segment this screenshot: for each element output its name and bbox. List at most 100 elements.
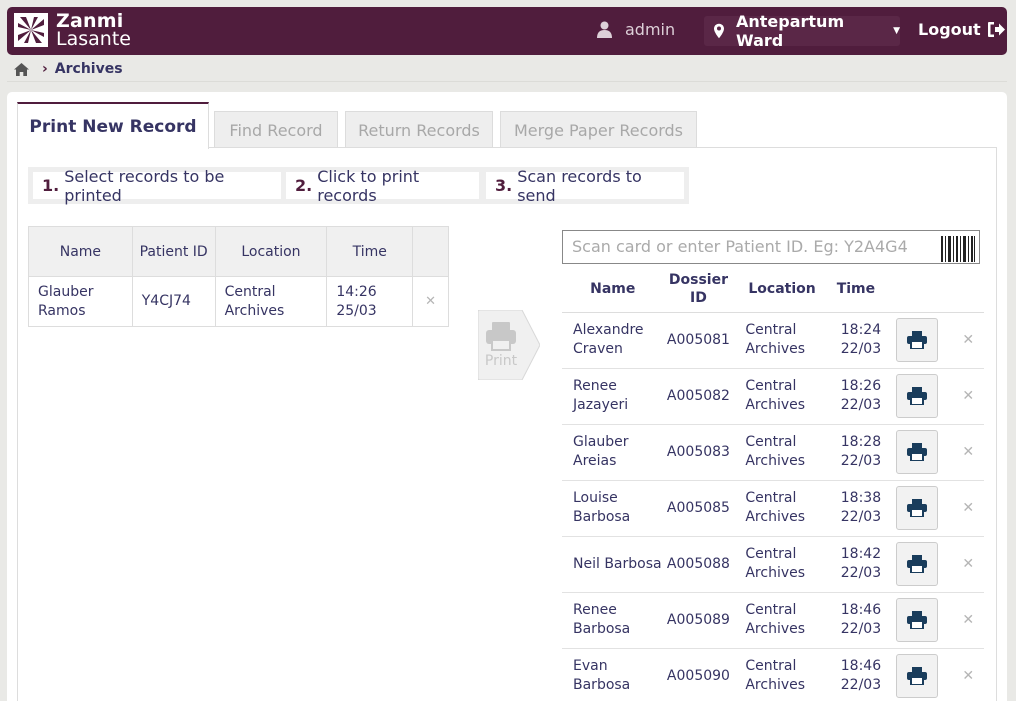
step-number: 1. bbox=[42, 176, 60, 195]
column-header-remove bbox=[952, 267, 984, 313]
remove-icon[interactable]: ✕ bbox=[952, 648, 984, 701]
step-text: Scan records to send bbox=[517, 166, 642, 205]
tab-body-border bbox=[996, 147, 997, 701]
tab-body-border bbox=[17, 147, 18, 701]
step-number: 3. bbox=[495, 176, 513, 195]
step-number: 2. bbox=[295, 176, 313, 195]
cell-name: Renee Jazayeri bbox=[562, 368, 664, 425]
cell-name: Neil Barbosa bbox=[562, 536, 664, 593]
remove-icon[interactable]: ✕ bbox=[952, 312, 984, 369]
printer-icon bbox=[906, 611, 927, 629]
scan-input-box bbox=[562, 230, 980, 264]
cell-location: Central Archives bbox=[733, 536, 831, 593]
cell-time: 18:46 22/03 bbox=[830, 592, 882, 649]
table-row[interactable]: Renee Jazayeri A005082 Central Archives … bbox=[562, 368, 984, 425]
location-selector[interactable]: Antepartum Ward ▼ bbox=[704, 12, 900, 50]
table-row[interactable]: Alexandre Craven A005081 Central Archive… bbox=[562, 312, 984, 369]
table-row[interactable]: Evan Barbosa A005090 Central Archives 18… bbox=[562, 648, 984, 701]
scan-input[interactable] bbox=[572, 237, 932, 256]
cell-name: Louise Barbosa bbox=[562, 480, 664, 537]
cell-location: Central Archives bbox=[733, 368, 831, 425]
cell-dossier-id: A005088 bbox=[663, 536, 734, 593]
print-cell bbox=[881, 368, 953, 425]
print-row-button[interactable] bbox=[895, 542, 938, 586]
cell-time: 18:24 22/03 bbox=[830, 312, 882, 369]
cell-name: Alexandre Craven bbox=[562, 312, 664, 369]
print-cell bbox=[881, 424, 953, 481]
logo-mark-icon bbox=[14, 13, 48, 47]
table-row[interactable]: Glauber Areias A005083 Central Archives … bbox=[562, 424, 984, 481]
main-panel: Print New Record Find Record Return Reco… bbox=[7, 92, 1007, 701]
print-row-button[interactable] bbox=[895, 318, 938, 362]
print-button[interactable]: Print bbox=[477, 309, 541, 381]
printer-icon bbox=[906, 387, 927, 405]
print-cell bbox=[881, 480, 953, 537]
logo[interactable]: Zanmi Lasante bbox=[14, 12, 131, 50]
column-header-dossier-id: Dossier ID bbox=[663, 267, 734, 313]
cell-location: Central Archives bbox=[733, 592, 831, 649]
step-text: Click to print records bbox=[317, 166, 420, 205]
cell-name: Glauber Ramos bbox=[28, 276, 133, 327]
remove-icon[interactable]: ✕ bbox=[952, 424, 984, 481]
column-header-time: Time bbox=[830, 267, 882, 313]
cell-dossier-id: A005089 bbox=[663, 592, 734, 649]
logout-button[interactable]: Logout bbox=[918, 20, 1005, 39]
column-header-location: Location bbox=[733, 267, 831, 313]
cell-location: Central Archives bbox=[733, 480, 831, 537]
location-label: Antepartum Ward bbox=[735, 12, 845, 50]
print-row-button[interactable] bbox=[895, 430, 938, 474]
print-row-button[interactable] bbox=[895, 486, 938, 530]
step-text: Select records to be printed bbox=[64, 166, 225, 205]
table-row[interactable]: Louise Barbosa A005085 Central Archives … bbox=[562, 480, 984, 537]
breadcrumb-current: Archives bbox=[54, 61, 123, 77]
divider bbox=[7, 81, 1007, 82]
remove-icon[interactable]: ✕ bbox=[952, 368, 984, 425]
print-row-button[interactable] bbox=[895, 374, 938, 418]
cell-time: 18:38 22/03 bbox=[830, 480, 882, 537]
print-row-button[interactable] bbox=[895, 654, 938, 698]
print-cell bbox=[881, 648, 953, 701]
workflow-steps: 1. Select records to be printed 2. Click… bbox=[28, 166, 689, 205]
tab-find-record[interactable]: Find Record bbox=[214, 111, 338, 148]
remove-icon[interactable]: ✕ bbox=[412, 276, 449, 327]
remove-icon[interactable]: ✕ bbox=[952, 592, 984, 649]
cell-time: 18:42 22/03 bbox=[830, 536, 882, 593]
printer-icon bbox=[906, 443, 927, 461]
cell-patient-id: Y4CJ74 bbox=[131, 276, 216, 327]
remove-icon[interactable]: ✕ bbox=[952, 536, 984, 593]
cell-time: 18:46 22/03 bbox=[830, 648, 882, 701]
tab-merge-paper-records[interactable]: Merge Paper Records bbox=[500, 111, 697, 148]
cell-time: 18:26 22/03 bbox=[830, 368, 882, 425]
print-label: Print bbox=[485, 353, 518, 369]
printer-icon bbox=[906, 499, 927, 517]
logout-label: Logout bbox=[918, 20, 981, 39]
column-header-patient-id: Patient ID bbox=[131, 226, 216, 277]
cell-dossier-id: A005085 bbox=[663, 480, 734, 537]
cell-dossier-id: A005082 bbox=[663, 368, 734, 425]
column-header-name: Name bbox=[28, 226, 133, 277]
tab-return-records[interactable]: Return Records bbox=[345, 111, 493, 148]
table-row[interactable]: Neil Barbosa A005088 Central Archives 18… bbox=[562, 536, 984, 593]
sign-out-icon bbox=[987, 22, 1005, 37]
cell-name: Renee Barbosa bbox=[562, 592, 664, 649]
cell-dossier-id: A005083 bbox=[663, 424, 734, 481]
tab-print-new-record[interactable]: Print New Record bbox=[17, 102, 209, 149]
cell-location: Central Archives bbox=[733, 312, 831, 369]
table-row[interactable]: Renee Barbosa A005089 Central Archives 1… bbox=[562, 592, 984, 649]
cell-dossier-id: A005090 bbox=[663, 648, 734, 701]
remove-icon[interactable]: ✕ bbox=[952, 480, 984, 537]
pending-records-table: Name Dossier ID Location Time Alexandre … bbox=[562, 267, 984, 701]
step-3: 3. Scan records to send bbox=[486, 167, 684, 205]
username: admin bbox=[625, 20, 676, 39]
print-row-button[interactable] bbox=[895, 598, 938, 642]
logo-text-line2: Lasante bbox=[56, 28, 131, 50]
step-2: 2. Click to print records bbox=[286, 167, 479, 205]
records-to-print-table: Name Patient ID Location Time Glauber Ra… bbox=[28, 226, 449, 327]
user-icon bbox=[597, 21, 612, 38]
cell-name: Glauber Areias bbox=[562, 424, 664, 481]
cell-location: Central Archives bbox=[214, 276, 328, 327]
home-icon[interactable] bbox=[14, 62, 29, 76]
cell-name: Evan Barbosa bbox=[562, 648, 664, 701]
top-header: Zanmi Lasante admin Antepartum Ward ▼ Lo… bbox=[7, 7, 1007, 55]
table-row[interactable]: Glauber Ramos Y4CJ74 Central Archives 14… bbox=[28, 276, 449, 327]
